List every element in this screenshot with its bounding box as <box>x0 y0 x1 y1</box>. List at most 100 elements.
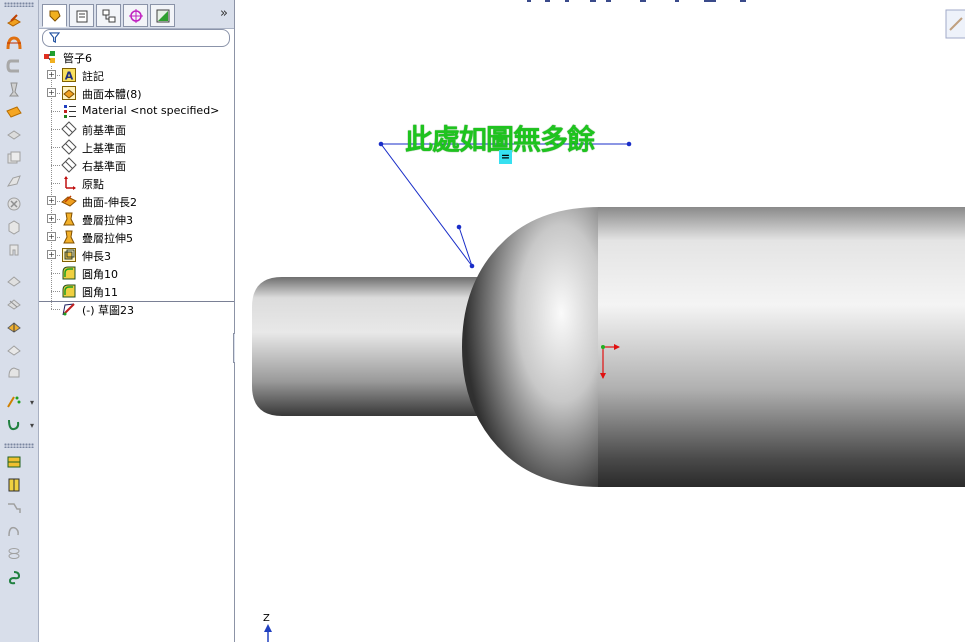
plane-icon <box>61 121 77 137</box>
confirmation-corner-icon <box>945 9 965 39</box>
extruded-surface-icon[interactable] <box>3 10 25 30</box>
tree-item-label: Material <not specified> <box>82 104 220 117</box>
tree-item[interactable]: 圓角11 <box>39 282 234 300</box>
tree-item[interactable]: 圓角10 <box>39 264 234 282</box>
spiral-icon[interactable] <box>3 567 25 587</box>
tree-item-label: 圓角10 <box>82 268 118 281</box>
tree-expand-toggle[interactable]: + <box>47 250 56 259</box>
model-viewport[interactable] <box>235 0 965 642</box>
heads-up-toolbar-edge <box>527 0 746 2</box>
loft-feature-icon <box>61 211 77 227</box>
svg-text:A: A <box>65 70 74 83</box>
part-icon <box>42 49 58 65</box>
featuremanager-tab[interactable] <box>42 4 67 27</box>
tree-item-label: 前基準面 <box>82 124 126 137</box>
plane-icon <box>61 139 77 155</box>
fill-surface-icon[interactable] <box>3 294 25 314</box>
curves-icon[interactable]: ▾ <box>3 415 34 435</box>
tree-expand-toggle[interactable]: + <box>47 196 56 205</box>
plane-icon <box>61 157 77 173</box>
tree-item[interactable]: + 疊層拉伸3 <box>39 210 234 228</box>
tree-item-label: 管子6 <box>63 52 92 65</box>
material-icon <box>61 103 77 119</box>
curve-through-points-icon[interactable] <box>3 521 25 541</box>
projected-curve-icon[interactable] <box>3 475 25 495</box>
filter-icon <box>49 32 60 43</box>
freeform-icon[interactable]: ▾ <box>3 392 34 412</box>
tree-item-label: 曲面-伸長2 <box>82 196 137 209</box>
tree-item[interactable]: (-) 草圖23 <box>39 300 234 318</box>
tree-item-label: 曲面本體(8) <box>82 88 142 101</box>
tree-item-label: 圓角11 <box>82 286 118 299</box>
boundary-surface-icon[interactable] <box>3 102 25 122</box>
trim-surface-icon[interactable] <box>3 217 25 237</box>
swept-surface-icon[interactable] <box>3 56 25 76</box>
tree-item-label: 疊層拉伸5 <box>82 232 133 245</box>
note-equal-box[interactable]: = <box>499 150 512 164</box>
tree-expand-toggle[interactable]: + <box>47 214 56 223</box>
fillet-feature-icon <box>61 265 77 281</box>
feature-filter-input[interactable] <box>42 29 230 47</box>
tree-expand-toggle[interactable]: + <box>47 88 56 97</box>
tree-item[interactable]: + 伸長3 <box>39 246 234 264</box>
tree-item[interactable]: 右基準面 <box>39 156 234 174</box>
sketch-icon <box>61 301 77 317</box>
untrim-surface-icon[interactable] <box>3 240 25 260</box>
tree-item[interactable]: + A 註記 <box>39 66 234 84</box>
more-tabs-button[interactable]: » <box>220 6 228 21</box>
knit-surface-icon[interactable] <box>3 271 25 291</box>
z-axis-label: Z <box>263 613 270 624</box>
tree-item-label: 註記 <box>82 70 104 83</box>
ruled-surface-icon[interactable] <box>3 171 25 191</box>
tree-connector <box>51 183 60 184</box>
tree-item-label: 右基準面 <box>82 160 126 173</box>
loft-feature-icon <box>61 229 77 245</box>
tree-item[interactable]: + 曲面本體(8) <box>39 84 234 102</box>
offset-surface-icon[interactable] <box>3 125 25 145</box>
tank-dome <box>462 207 600 487</box>
revolved-surface-icon[interactable] <box>3 33 25 53</box>
helix-icon[interactable] <box>3 544 25 564</box>
leader-point <box>378 141 384 147</box>
tree-item[interactable]: 管子6 <box>39 48 234 66</box>
tree-connector <box>51 165 60 166</box>
tree-item[interactable]: Material <not specified> <box>39 102 234 120</box>
tree-connector <box>51 291 60 292</box>
fillet-feature-icon <box>61 283 77 299</box>
propertymanager-tab[interactable] <box>69 4 94 27</box>
radiate-surface-icon[interactable] <box>3 148 25 168</box>
tree-item-label: 上基準面 <box>82 142 126 155</box>
delete-face-icon[interactable] <box>3 363 25 383</box>
tree-item-label: 疊層拉伸3 <box>82 214 133 227</box>
tree-item[interactable]: 前基準面 <box>39 120 234 138</box>
configurationmanager-tab[interactable] <box>96 4 121 27</box>
tree-item[interactable]: + 疊層拉伸5 <box>39 228 234 246</box>
tree-expand-toggle[interactable]: + <box>47 70 56 79</box>
thicken-icon[interactable] <box>3 317 25 337</box>
extend-surface-icon[interactable] <box>3 194 25 214</box>
lofted-surface-icon[interactable] <box>3 79 25 99</box>
tree-item[interactable]: 上基準面 <box>39 138 234 156</box>
dimxpert-tab[interactable] <box>123 4 148 27</box>
toolbar-grip[interactable] <box>4 443 34 448</box>
feature-manager-tabs: » <box>39 0 234 29</box>
tree-expand-toggle[interactable]: + <box>47 232 56 241</box>
annotations-icon: A <box>61 67 77 83</box>
tree-item[interactable]: 原點 <box>39 174 234 192</box>
toolbar-grip[interactable] <box>4 2 34 7</box>
graphics-area[interactable]: 此處如圖無多餘 = Z <box>235 0 965 642</box>
extrude-surface-feature-icon <box>61 193 77 209</box>
tree-item[interactable]: + 曲面-伸長2 <box>39 192 234 210</box>
tree-connector <box>51 273 60 274</box>
rollback-bar[interactable] <box>39 301 234 302</box>
tree-connector <box>51 129 60 130</box>
tree-connector <box>51 309 60 310</box>
split-line-icon[interactable] <box>3 452 25 472</box>
composite-curve-icon[interactable] <box>3 498 25 518</box>
display-manager-tab[interactable] <box>150 4 175 27</box>
cut-with-surface-icon[interactable] <box>3 340 25 360</box>
origin-point <box>601 345 605 349</box>
surfaces-command-toolbar: ▾ ▾ <box>0 0 39 642</box>
origin-icon <box>61 175 77 191</box>
tree-connector <box>51 147 60 148</box>
